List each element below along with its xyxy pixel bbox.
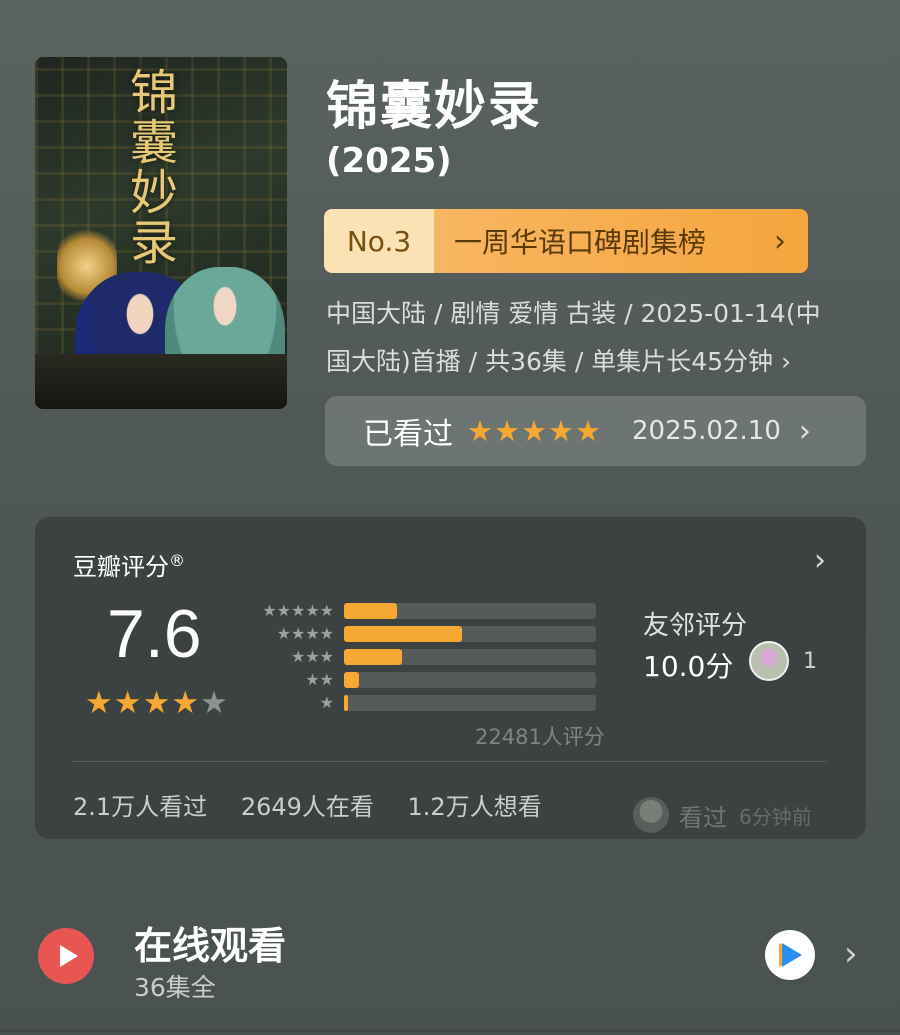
friend-avatar[interactable] <box>749 641 789 681</box>
distribution-bar-track <box>344 671 596 688</box>
poster-image[interactable]: 锦囊妙录 <box>35 57 287 409</box>
distribution-bar-fill <box>344 694 348 711</box>
page-title: 锦囊妙录 <box>326 77 543 137</box>
distribution-bar-fill <box>344 648 402 665</box>
watched-label: 已看过 <box>363 417 453 452</box>
distribution-bar-track <box>344 602 596 619</box>
friends-rating-count: 1 <box>803 649 817 674</box>
platform-logo-mark <box>782 943 802 967</box>
rating-stars-empty: ★ <box>200 685 229 721</box>
distribution-bar-fill <box>344 671 360 688</box>
poster-calligraphy: 锦囊妙录 <box>121 67 177 267</box>
distribution-stars-icon: ★★★★★ <box>262 601 334 620</box>
distribution-stars-icon: ★★★ <box>290 647 334 666</box>
rank-list-name: 一周华语口碑剧集榜 › <box>434 209 808 273</box>
watched-status-button[interactable]: 已看过 ★★★★★ 2025.02.10 › <box>325 396 866 466</box>
user-rating-stars-icon: ★★★★★ <box>467 414 602 448</box>
chevron-right-icon: › <box>798 413 811 449</box>
online-watch-subtitle: 36集全 <box>134 973 216 1002</box>
meta-info[interactable]: 中国大陆 / 剧情 爱情 古装 / 2025-01-14(中 国大陆)首播 / … <box>326 290 866 386</box>
meta-line-1: 中国大陆 / 剧情 爱情 古装 / 2025-01-14(中 <box>326 299 821 328</box>
registered-mark: ® <box>169 551 185 570</box>
rating-distribution: ★★★★★ ★★★★ ★★★ ★★ ★ <box>252 599 596 714</box>
distribution-bar-track <box>344 694 596 711</box>
distribution-row: ★★ <box>252 668 596 691</box>
distribution-row: ★★★ <box>252 645 596 668</box>
rank-number: No.3 <box>324 209 434 273</box>
distribution-bar-fill <box>344 625 463 642</box>
distribution-stars-icon: ★★ <box>305 670 334 689</box>
friends-rating-label: 友邻评分 <box>643 611 748 641</box>
recent-activity[interactable]: 看过 6分钟前 <box>633 797 812 833</box>
rating-source-label: 豆瓣评分 <box>73 553 169 581</box>
stat-watched: 2.1万人看过 <box>73 793 208 821</box>
stat-wish: 1.2万人想看 <box>407 793 542 821</box>
chevron-right-icon[interactable]: › <box>814 543 826 578</box>
video-platform-icon[interactable] <box>765 930 815 980</box>
distribution-stars-icon: ★★★★ <box>276 624 334 643</box>
rating-score: 7.6 <box>107 596 202 672</box>
distribution-bar-fill <box>344 602 397 619</box>
rating-count: 22481人评分 <box>475 725 605 749</box>
audience-stats: 2.1万人看过 2649人在看 1.2万人想看 <box>73 787 568 822</box>
recent-action: 看过 <box>679 803 727 832</box>
distribution-row: ★ <box>252 691 596 714</box>
distribution-stars-icon: ★ <box>319 693 334 712</box>
douban-rating-card[interactable]: 豆瓣评分® › 7.6 ★★★★★ ★★★★★ ★★★★ ★★★ ★★ ★ 22… <box>35 517 866 839</box>
poster-desk <box>35 354 287 409</box>
recent-time: 6分钟前 <box>739 804 812 829</box>
online-watch-title[interactable]: 在线观看 <box>134 915 286 970</box>
chevron-right-icon[interactable]: › <box>844 934 858 974</box>
distribution-row: ★★★★ <box>252 622 596 645</box>
divider <box>73 761 827 762</box>
ranking-badge[interactable]: No.3 一周华语口碑剧集榜 › <box>324 209 808 273</box>
rank-list-label: 一周华语口碑剧集榜 <box>454 226 707 259</box>
rating-stars-icon: ★★★★★ <box>85 685 229 721</box>
chevron-right-icon: › <box>774 223 786 259</box>
divider <box>0 1030 900 1032</box>
meta-line-2: 国大陆)首播 / 共36集 / 单集片长45分钟 › <box>326 347 791 376</box>
release-year: (2025) <box>326 141 452 181</box>
play-triangle <box>59 945 78 967</box>
friends-rating-score: 10.0分 <box>643 650 734 683</box>
stat-watching: 2649人在看 <box>240 793 374 821</box>
distribution-bar-track <box>344 625 596 642</box>
avatar <box>633 797 669 833</box>
distribution-row: ★★★★★ <box>252 599 596 622</box>
play-icon[interactable] <box>38 928 94 984</box>
distribution-bar-track <box>344 648 596 665</box>
rating-stars-filled: ★★★★ <box>85 685 201 721</box>
watched-date: 2025.02.10 <box>632 416 781 446</box>
rating-source-title: 豆瓣评分® <box>73 547 185 582</box>
